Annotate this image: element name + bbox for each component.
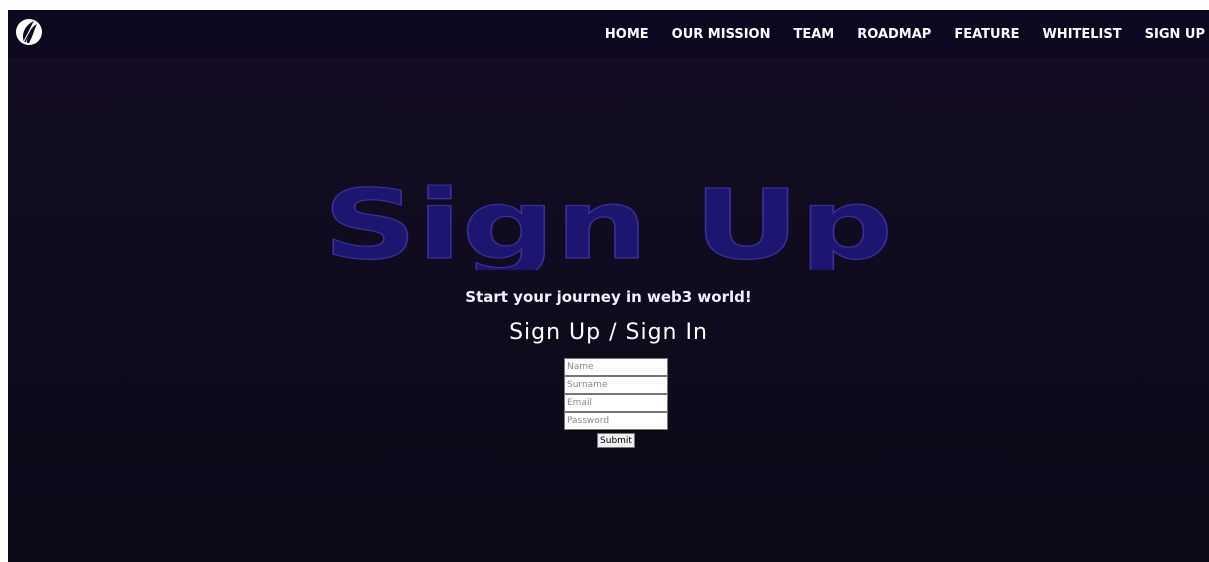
nav-link-our-mission[interactable]: OUR MISSION	[672, 27, 771, 42]
hero-title-text: Sign Up	[323, 170, 893, 270]
page-frame: HOME OUR MISSION TEAM ROADMAP FEATURE WH…	[8, 10, 1209, 562]
nav-menu: HOME OUR MISSION TEAM ROADMAP FEATURE WH…	[605, 10, 1205, 54]
nav-link-whitelist[interactable]: WHITELIST	[1042, 27, 1121, 42]
signup-form: Submit	[564, 358, 668, 448]
nav-link-home[interactable]: HOME	[605, 27, 649, 42]
nav-link-roadmap[interactable]: ROADMAP	[857, 27, 931, 42]
name-input[interactable]	[564, 358, 668, 376]
form-heading: Sign Up / Sign In	[509, 320, 708, 345]
surname-input[interactable]	[564, 376, 668, 394]
hero-title: Sign Up	[322, 170, 893, 270]
feather-logo-icon[interactable]	[15, 18, 43, 46]
email-input[interactable]	[564, 394, 668, 412]
nav-link-team[interactable]: TEAM	[793, 27, 834, 42]
nav-link-feature[interactable]: FEATURE	[954, 27, 1019, 42]
hero-tagline: Start your journey in web3 world!	[465, 288, 752, 306]
nav-link-sign-up[interactable]: SIGN UP	[1145, 27, 1205, 42]
password-input[interactable]	[564, 412, 668, 430]
submit-button[interactable]: Submit	[597, 433, 635, 448]
navbar: HOME OUR MISSION TEAM ROADMAP FEATURE WH…	[8, 10, 1209, 58]
